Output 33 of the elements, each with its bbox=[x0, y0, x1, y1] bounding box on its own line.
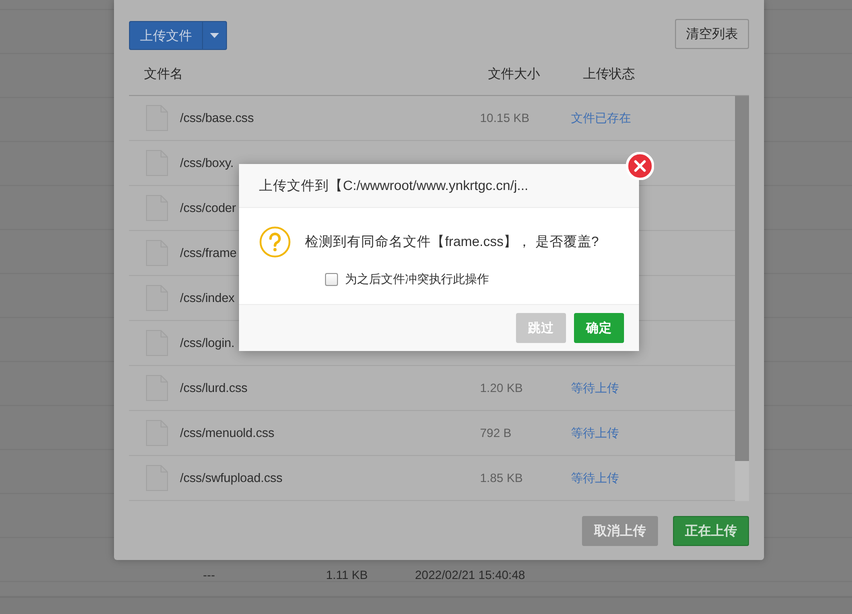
table-cell: 1.11 KB bbox=[326, 568, 368, 582]
file-size: 10.15 KB bbox=[480, 111, 530, 125]
file-size: 792 B bbox=[480, 426, 512, 440]
file-size: 1.20 KB bbox=[480, 381, 524, 395]
file-size: 1.85 KB bbox=[480, 471, 524, 485]
checkbox[interactable] bbox=[325, 273, 338, 286]
confirm-button[interactable]: 确定 bbox=[574, 313, 624, 343]
column-header: 文件大小 bbox=[488, 65, 541, 83]
caret-icon bbox=[210, 33, 219, 38]
uploading-button[interactable]: 正在上传 bbox=[673, 516, 749, 546]
file-name: /css/index bbox=[180, 291, 236, 305]
file-name: /css/base.css bbox=[180, 111, 255, 125]
upload-status: 等待上传 bbox=[571, 380, 620, 396]
scrollbar[interactable] bbox=[735, 96, 749, 501]
clear-list-button[interactable]: 清空列表 bbox=[675, 19, 749, 49]
upload-status: 等待上传 bbox=[571, 470, 620, 486]
file-name: /css/login. bbox=[180, 336, 236, 350]
dialog-title: 上传文件到【C:/wwwroot/www.ynkrtgc.cn/j... bbox=[239, 164, 639, 208]
upload-status: 文件已存在 bbox=[571, 110, 632, 126]
file-name: /css/coder bbox=[180, 201, 237, 215]
table-cell: 2022/02/21 15:40:48 bbox=[415, 568, 526, 582]
checkbox-label: 为之后文件冲突执行此操作 bbox=[345, 271, 489, 288]
file-name: /css/frame bbox=[180, 246, 238, 260]
question-icon bbox=[259, 226, 291, 258]
dialog-message: 检测到有同命名文件【frame.css】， 是否覆盖? bbox=[305, 233, 599, 251]
column-header: 文件名 bbox=[144, 65, 184, 83]
upload-status: 等待上传 bbox=[571, 424, 620, 442]
file-name: /css/menuold.css bbox=[180, 426, 276, 440]
file-name: /css/boxy. bbox=[180, 156, 235, 170]
column-header: 上传状态 bbox=[583, 65, 636, 83]
file-name: /css/lurd.css bbox=[180, 381, 248, 395]
file-name: /css/swfupload.css bbox=[180, 471, 284, 485]
table-cell: --- bbox=[203, 568, 215, 582]
